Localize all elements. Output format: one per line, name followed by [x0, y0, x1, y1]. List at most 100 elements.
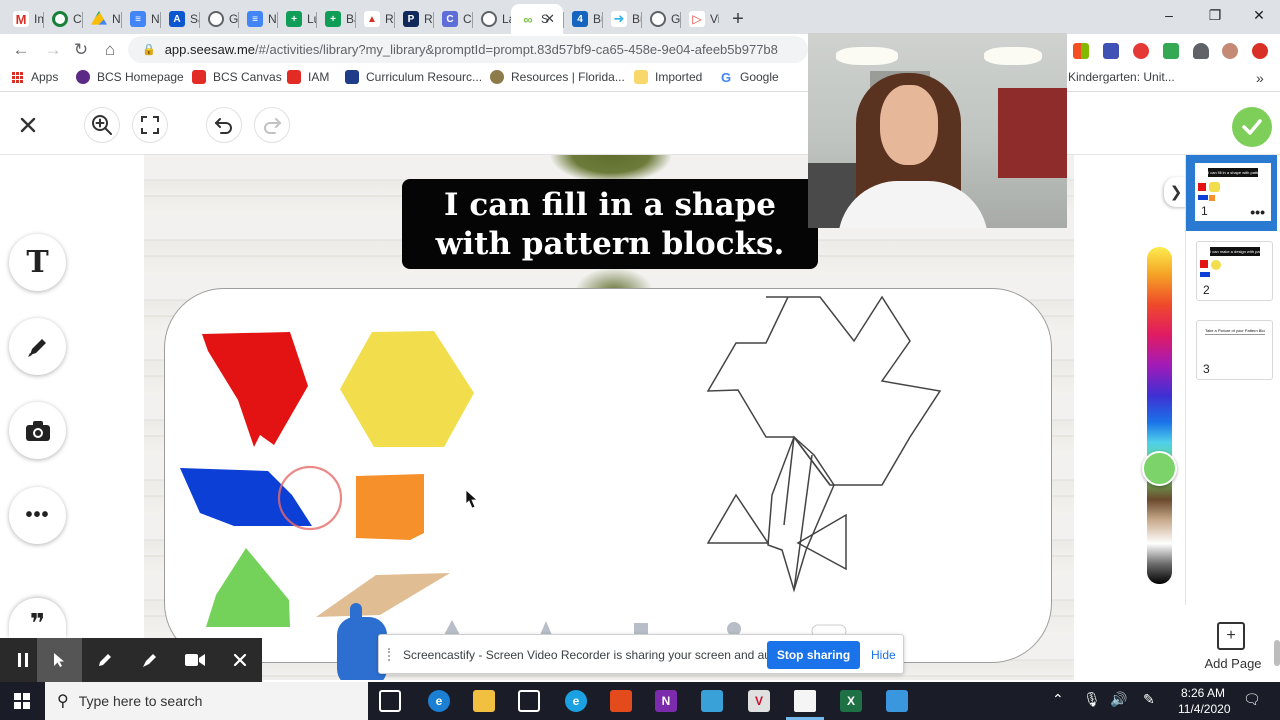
redo-icon[interactable] [254, 107, 290, 143]
file-explorer-icon[interactable] [473, 690, 495, 712]
tab-9[interactable]: + Barr [316, 4, 355, 34]
tab-14[interactable]: ∞ S ✕ [511, 4, 563, 34]
taskbar-search-box[interactable]: ⚲ Type here to search [45, 682, 368, 720]
minimize-button[interactable]: – [1146, 0, 1192, 30]
camera-icon[interactable] [9, 402, 66, 459]
bookmark-iam[interactable]: IAM [287, 70, 329, 84]
chrome-menu-icon[interactable] [1252, 43, 1268, 59]
page-thumbnail-2[interactable]: I can make a design with pattern blocks … [1196, 241, 1273, 301]
home-icon[interactable]: ⌂ [99, 39, 121, 61]
stop-sharing-button[interactable]: Stop sharing [767, 641, 860, 669]
selected-color-handle[interactable] [1142, 451, 1177, 486]
tab-close-icon[interactable]: ✕ [544, 11, 555, 27]
puzzle-extension-icon[interactable] [1193, 43, 1209, 59]
bookmark-kindergarten[interactable]: Kindergarten: Unit... [1068, 70, 1175, 84]
app-icon[interactable]: V [748, 690, 770, 712]
zoom-in-icon[interactable] [84, 107, 120, 143]
green-extension-icon[interactable] [1163, 43, 1179, 59]
reload-icon[interactable]: ↻ [70, 39, 92, 61]
task-view-icon[interactable] [379, 690, 401, 712]
close-icon[interactable] [10, 107, 46, 143]
tab-11[interactable]: P Reco [394, 4, 433, 34]
fullscreen-icon[interactable] [132, 107, 168, 143]
office-icon[interactable] [610, 690, 632, 712]
bookmark-resources-florida[interactable]: Resources | Florida... [490, 70, 625, 84]
blue-rhombus-block[interactable] [180, 468, 312, 526]
page-options-icon[interactable]: ••• [1250, 204, 1265, 220]
tab-7[interactable]: ≡ Nov [238, 4, 277, 34]
add-page-button[interactable]: Add Page [1200, 656, 1266, 671]
tab-6[interactable]: GK [199, 4, 238, 34]
app-icon[interactable] [701, 690, 723, 712]
app-icon[interactable] [886, 690, 908, 712]
notifications-icon[interactable]: 🗨 [1243, 691, 1261, 708]
orange-square-block[interactable] [356, 474, 424, 540]
tab-15[interactable]: 4 Bun [563, 4, 602, 34]
page-thumbnail-1[interactable]: I can fill in a shape with pattern block… [1186, 155, 1277, 231]
add-page-icon[interactable]: + [1217, 622, 1245, 650]
tab-1[interactable]: M Inbox [4, 4, 43, 34]
bookmarks-overflow-icon[interactable]: » [1256, 70, 1264, 86]
system-clock[interactable]: 8:26 AM 11/4/2020 [1178, 685, 1231, 717]
bookmark-imported[interactable]: Imported [634, 70, 702, 84]
pages-scrollbar[interactable] [1274, 640, 1280, 666]
text-tool-button[interactable]: T [9, 234, 66, 291]
pen-tray-icon[interactable]: ✎ [1143, 691, 1155, 708]
office-extension-icon[interactable] [1073, 43, 1089, 59]
drawing-canvas[interactable]: I can fill in a shape with pattern block… [144, 155, 1074, 680]
undo-icon[interactable] [206, 107, 242, 143]
color-picker-slider[interactable] [1147, 247, 1172, 584]
grid-extension-icon[interactable] [1103, 43, 1119, 59]
address-bar[interactable]: 🔒 app.seesaw.me/#/activities/library?my_… [128, 36, 808, 63]
stop-recording-icon[interactable] [217, 638, 262, 682]
pen-icon[interactable] [82, 638, 127, 682]
tab-18[interactable]: ▷ Vide [680, 4, 719, 34]
store-icon[interactable] [518, 690, 540, 712]
bookmark-bcs-homepage[interactable]: BCS Homepage [76, 70, 184, 84]
tab-4[interactable]: ≡ Nov [121, 4, 160, 34]
internet-explorer-icon[interactable]: e [565, 690, 587, 712]
page-thumbnail-3[interactable]: Take a Picture of your Pattern Block Puz… [1196, 320, 1273, 380]
camera-toggle-icon[interactable] [172, 638, 217, 682]
tab-3[interactable]: Nov [82, 4, 121, 34]
new-tab-button[interactable]: + [723, 4, 753, 34]
restore-button[interactable]: ❐ [1192, 0, 1238, 30]
tab-13[interactable]: Laur [472, 4, 511, 34]
red-trapezoid-block[interactable] [202, 332, 308, 447]
forward-arrow-icon[interactable]: → [42, 39, 64, 61]
cursor-tool-icon[interactable] [37, 638, 82, 682]
drag-grip-icon[interactable] [388, 648, 394, 661]
tab-5[interactable]: A Save [160, 4, 199, 34]
microphone-icon[interactable]: 🎙 [1083, 691, 1101, 708]
close-window-button[interactable]: ✕ [1236, 0, 1280, 30]
notepad-icon[interactable] [794, 690, 816, 712]
highlighter-icon[interactable] [127, 638, 172, 682]
tab-16[interactable]: ➜ Buc [602, 4, 641, 34]
back-arrow-icon[interactable]: ← [10, 39, 32, 61]
tab-10[interactable]: ▲ Rap [355, 4, 394, 34]
tab-17[interactable]: GKN [641, 4, 680, 34]
windows-start-icon[interactable] [0, 682, 44, 720]
volume-icon[interactable]: 🔊 [1110, 691, 1127, 708]
more-tools-button[interactable]: ••• [9, 487, 66, 544]
tray-chevron-icon[interactable]: ⌃ [1052, 691, 1064, 708]
yellow-hexagon-block[interactable] [340, 331, 474, 447]
bookmark-bcs-canvas[interactable]: BCS Canvas [192, 70, 282, 84]
tab-8[interactable]: + Lunc [277, 4, 316, 34]
excel-icon[interactable]: X [840, 690, 862, 712]
bookmark-apps[interactable]: Apps [12, 70, 58, 84]
green-triangle-block[interactable] [206, 548, 290, 627]
tab-12[interactable]: C Clev [433, 4, 472, 34]
record-extension-icon[interactable] [1133, 43, 1149, 59]
bookmark-curriculum[interactable]: Curriculum Resourc... [345, 70, 482, 84]
tab-2[interactable]: Class [43, 4, 82, 34]
quote-tool-icon[interactable]: ❞ [9, 598, 66, 638]
tan-rhombus-block[interactable] [316, 573, 450, 617]
onenote-icon[interactable]: N [655, 690, 677, 712]
pen-tool-icon[interactable] [9, 318, 66, 375]
hide-button[interactable]: Hide [871, 648, 896, 662]
done-checkmark-button[interactable] [1232, 107, 1272, 147]
bookmark-google[interactable]: G Google [719, 70, 779, 85]
profile-avatar[interactable] [1222, 43, 1238, 59]
edge-icon[interactable]: e [428, 690, 450, 712]
